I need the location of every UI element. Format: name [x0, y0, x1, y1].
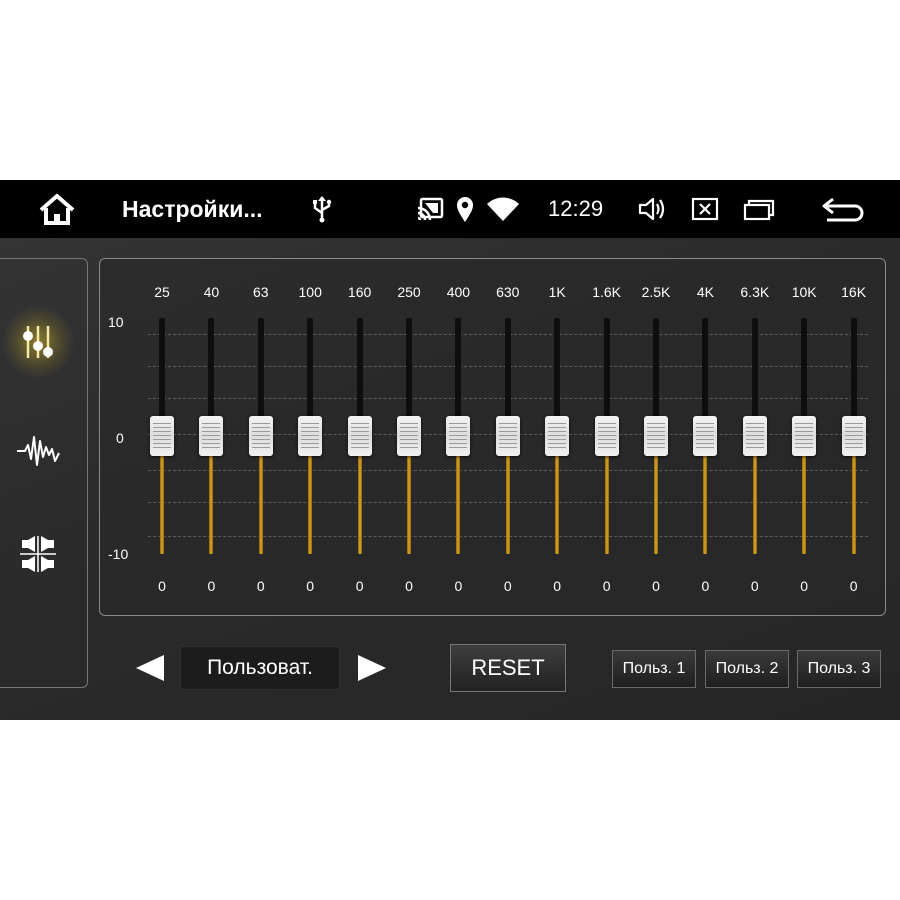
location-icon [454, 180, 476, 238]
sidebar-item-sound-effects[interactable] [13, 424, 63, 474]
scale-min-label: -10 [108, 546, 129, 562]
preset-name-display: Пользоват. [180, 646, 340, 690]
sound-wave-icon [17, 436, 60, 466]
band-value-label: 0 [355, 578, 364, 594]
page-title: Настройки... [122, 195, 263, 222]
back-icon[interactable] [820, 180, 866, 238]
arrow-left-icon [136, 655, 164, 681]
device-screen: Настройки... 12:29 10 0 -10 25 0 40 0 63… [0, 180, 900, 720]
band-value-label: 0 [306, 578, 315, 594]
equalizer-screen: 10 0 -10 25 0 40 0 63 0 100 0 160 0 250 0 400 0 630 0 1K… [0, 238, 900, 720]
band-slider-knob[interactable] [248, 416, 273, 456]
band-slider-knob[interactable] [298, 416, 323, 456]
band-frequency-label: 4K [696, 284, 714, 300]
band-frequency-label: 1K [548, 284, 566, 300]
band-frequency-label: 10K [791, 284, 817, 300]
scale-mid-label: 0 [116, 430, 124, 446]
next-preset-button[interactable] [352, 650, 392, 686]
band-slider-knob[interactable] [397, 416, 421, 456]
band-slider-knob[interactable] [841, 416, 866, 456]
home-icon[interactable] [34, 180, 80, 238]
band-frequency-label: 160 [347, 284, 372, 300]
band-slider-knob[interactable] [594, 416, 619, 456]
band-slider-knob[interactable] [446, 416, 471, 456]
band-value-label: 0 [750, 578, 759, 594]
sidebar-item-equalizer[interactable] [1, 305, 75, 379]
clock: 12:29 [548, 196, 604, 221]
band-frequency-label: 2.5K [641, 284, 671, 300]
band-value-label: 0 [503, 578, 512, 594]
band-value-label: 0 [800, 578, 809, 594]
band-frequency-label: 16K [841, 284, 867, 300]
status-bar: Настройки... 12:29 [0, 180, 900, 238]
equalizer-sliders-icon [23, 326, 53, 358]
band-frequency-label: 250 [397, 284, 421, 300]
band-slider-knob[interactable] [742, 416, 767, 456]
cast-icon [416, 180, 444, 238]
user-preset-2-button[interactable]: Польз. 2 [705, 650, 789, 688]
band-slider-knob[interactable] [150, 416, 174, 456]
band-value-label: 0 [405, 578, 413, 594]
band-slider-knob[interactable] [644, 416, 668, 456]
band-slider-knob[interactable] [545, 416, 570, 456]
band-value-label: 0 [701, 578, 710, 594]
band-slider-knob[interactable] [347, 416, 372, 456]
band-value-label: 0 [158, 578, 166, 594]
balance-fader-icon [20, 536, 56, 572]
band-frequency-label: 1.6K [592, 284, 621, 300]
previous-preset-button[interactable] [130, 650, 170, 686]
band-value-label: 0 [553, 578, 562, 594]
sidebar-item-balance[interactable] [13, 529, 63, 579]
wifi-icon [486, 180, 520, 238]
arrow-right-icon [358, 655, 386, 681]
band-value-label: 0 [602, 578, 611, 594]
band-slider-knob[interactable] [495, 416, 520, 456]
sidebar [0, 258, 88, 688]
band-value-label: 0 [849, 578, 858, 594]
scale-max-label: 10 [108, 314, 124, 330]
reset-button[interactable]: RESET [450, 644, 566, 692]
user-preset-3-button[interactable]: Польз. 3 [797, 650, 881, 688]
windows-icon[interactable] [742, 180, 776, 238]
band-value-label: 0 [652, 578, 660, 594]
usb-icon [310, 180, 334, 238]
band-slider-knob[interactable] [693, 416, 718, 456]
band-frequency-label: 100 [298, 284, 322, 300]
close-box-icon[interactable] [690, 180, 720, 238]
band-value-label: 0 [454, 578, 463, 594]
band-slider-knob[interactable] [199, 416, 224, 456]
band-frequency-label: 25 [154, 284, 170, 300]
band-frequency-label: 400 [446, 284, 471, 300]
band-frequency-label: 40 [203, 284, 220, 300]
band-value-label: 0 [207, 578, 216, 594]
band-frequency-label: 63 [253, 284, 269, 300]
band-frequency-label: 6.3K [740, 284, 770, 300]
volume-icon[interactable] [636, 180, 668, 238]
band-frequency-label: 630 [496, 284, 520, 300]
band-value-label: 0 [256, 578, 265, 594]
band-slider-knob[interactable] [792, 416, 817, 456]
user-preset-1-button[interactable]: Польз. 1 [612, 650, 696, 688]
